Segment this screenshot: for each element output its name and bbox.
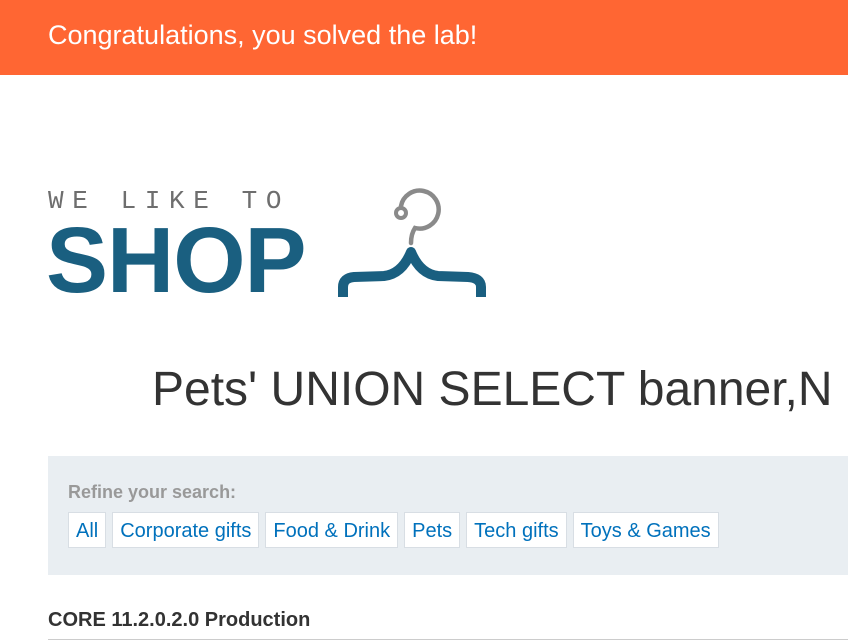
logo-word: SHOP (46, 208, 307, 312)
filter-pets[interactable]: Pets (404, 512, 461, 548)
refine-label: Refine your search: (68, 482, 237, 502)
solved-message: Congratulations, you solved the lab! (48, 20, 478, 50)
refine-search-panel: Refine your search: All Corporate gifts … (48, 456, 848, 575)
hanger-icon (338, 188, 486, 297)
solved-banner: Congratulations, you solved the lab! (0, 0, 848, 75)
filter-corporate-gifts[interactable]: Corporate gifts (112, 512, 260, 548)
category-filters: All Corporate gifts Food & Drink Pets Te… (68, 512, 719, 548)
shop-logo[interactable]: WE LIKE TO SHOP (46, 186, 493, 312)
result-row-title: CORE 11.2.0.2.0 Production (48, 609, 311, 631)
filter-food-drink[interactable]: Food & Drink (265, 512, 399, 548)
filter-toys-games[interactable]: Toys & Games (572, 512, 719, 548)
result-divider (48, 639, 848, 640)
search-results-heading: Pets' UNION SELECT banner,N (152, 363, 833, 416)
filter-tech-gifts[interactable]: Tech gifts (466, 512, 567, 548)
filter-all[interactable]: All (68, 512, 107, 548)
